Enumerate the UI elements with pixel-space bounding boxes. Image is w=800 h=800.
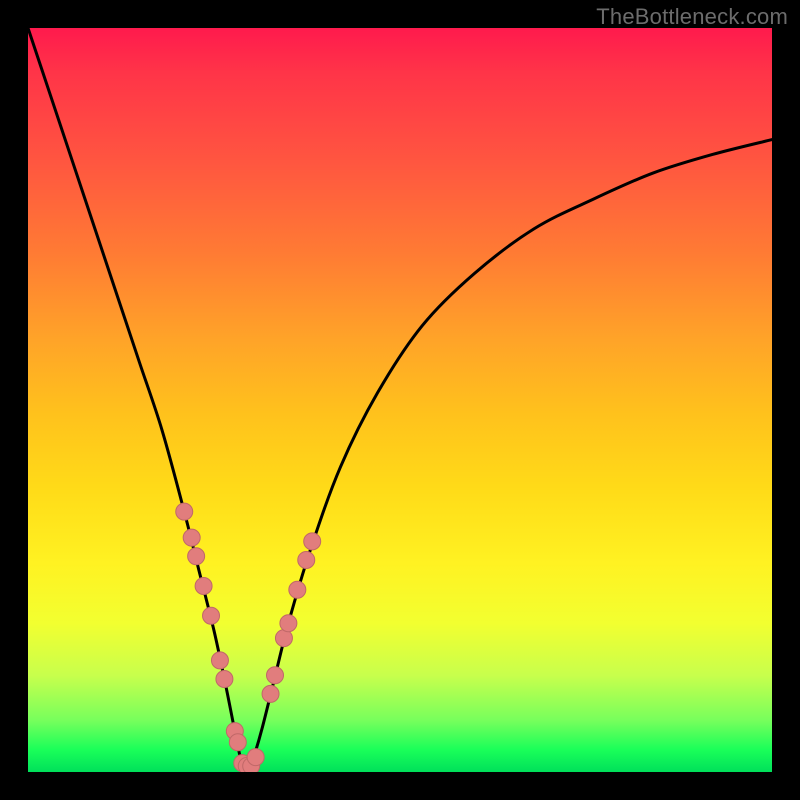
marker-group: [176, 503, 321, 772]
bottleneck-curve: [28, 28, 772, 770]
marker-dot: [262, 685, 279, 702]
marker-dot: [183, 529, 200, 546]
marker-dot: [188, 548, 205, 565]
marker-dot: [195, 578, 212, 595]
marker-dot: [267, 667, 284, 684]
watermark-text: TheBottleneck.com: [596, 4, 788, 30]
marker-dot: [211, 652, 228, 669]
marker-dot: [275, 630, 292, 647]
marker-dot: [247, 749, 264, 766]
plot-area: [28, 28, 772, 772]
plot-svg: [28, 28, 772, 772]
marker-dot: [216, 671, 233, 688]
outer-frame: TheBottleneck.com: [0, 0, 800, 800]
marker-dot: [289, 581, 306, 598]
marker-dot: [304, 533, 321, 550]
marker-dot: [298, 551, 315, 568]
marker-dot: [176, 503, 193, 520]
marker-dot: [229, 734, 246, 751]
marker-dot: [203, 607, 220, 624]
marker-dot: [280, 615, 297, 632]
